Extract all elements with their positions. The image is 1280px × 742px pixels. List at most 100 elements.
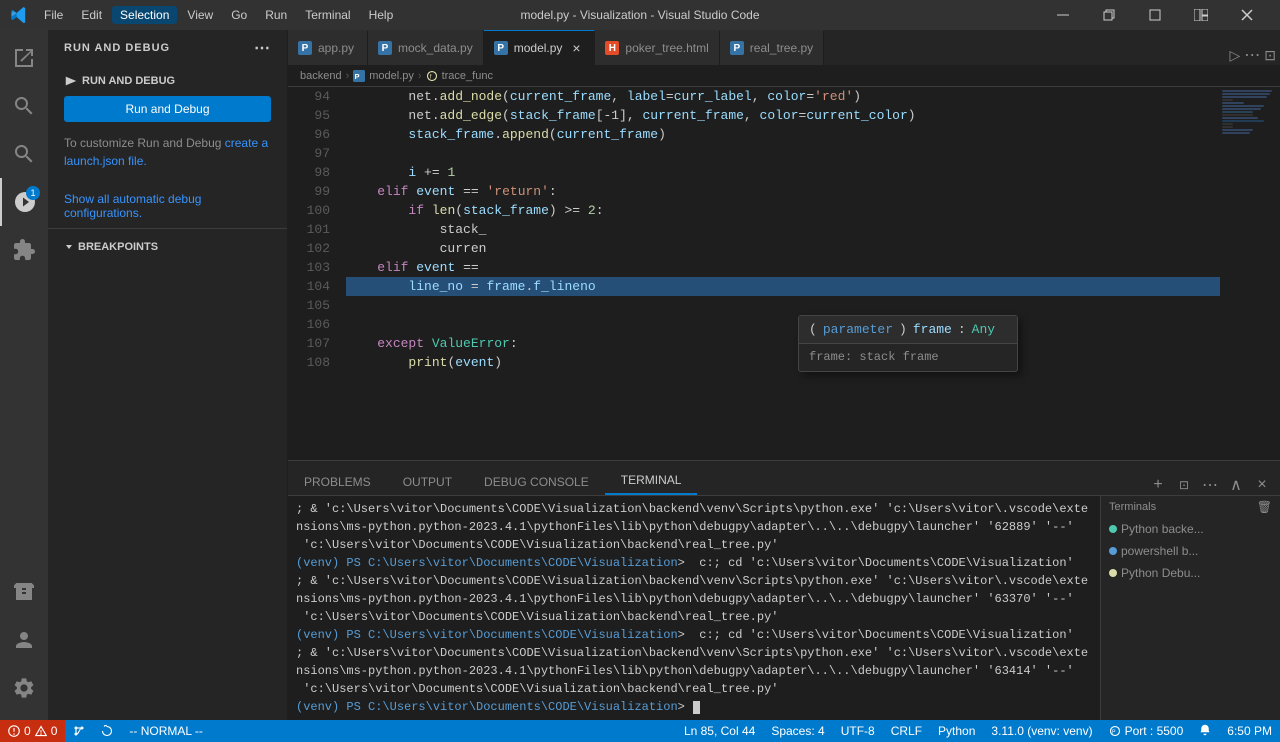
menu-help[interactable]: Help: [361, 6, 402, 24]
code-line-101: stack_: [346, 220, 1220, 239]
tab-model-py[interactable]: P model.py ×: [484, 30, 596, 65]
code-content[interactable]: net.add_node(current_frame, label=curr_l…: [338, 87, 1220, 460]
breadcrumb-func-icon: f: [426, 70, 438, 82]
terminal-side-header: Terminals 🗑: [1101, 496, 1280, 518]
status-python-version[interactable]: 3.11.0 (venv: venv): [983, 724, 1100, 738]
mini-line: [1222, 114, 1253, 116]
tab-poker-html-icon: H: [605, 41, 619, 55]
tab-layout-icon[interactable]: ⊡: [1264, 47, 1276, 64]
status-git[interactable]: [65, 720, 93, 742]
mini-line: [1222, 132, 1250, 134]
terminal-powershell-label: powershell b...: [1121, 544, 1198, 558]
panel-tab-problems[interactable]: PROBLEMS: [288, 469, 387, 495]
tab-poker-tree-html[interactable]: H poker_tree.html: [595, 30, 719, 65]
status-time: 6:50 PM: [1219, 724, 1280, 738]
breadcrumb-tracefunc[interactable]: trace_func: [442, 70, 493, 82]
terminal-side-panel: Terminals 🗑 Python backe... powershell b…: [1100, 496, 1280, 720]
panel-maximize[interactable]: ∧: [1226, 475, 1246, 495]
terminal-entry-powershell[interactable]: powershell b...: [1101, 540, 1280, 562]
tab-app-py[interactable]: P app.py: [288, 30, 368, 65]
status-language[interactable]: Python: [930, 724, 983, 738]
panel-tab-output[interactable]: OUTPUT: [387, 469, 468, 495]
tab-model-py-close[interactable]: ×: [568, 40, 584, 56]
activity-account[interactable]: [0, 616, 48, 664]
breadcrumb-model[interactable]: model.py: [369, 70, 414, 82]
menu-selection[interactable]: Selection: [112, 6, 177, 24]
minimap: [1220, 87, 1280, 460]
mini-line: [1222, 102, 1244, 104]
activity-source-control[interactable]: [0, 130, 48, 178]
port-text: Port : 5500: [1125, 724, 1184, 738]
minimap-lines: [1220, 87, 1280, 137]
run-description: To customize Run and Debug create a laun…: [64, 134, 271, 170]
tab-app-py-label: app.py: [318, 41, 354, 55]
tab-actions-icon[interactable]: ⋯: [1244, 45, 1260, 65]
status-encoding[interactable]: UTF-8: [833, 724, 883, 738]
terminal-cursor: [693, 701, 700, 714]
panel-tab-debug-console[interactable]: DEBUG CONSOLE: [468, 469, 605, 495]
tabs-actions: ▷ ⋯ ⊡: [1225, 45, 1280, 65]
run-section-icon: [64, 74, 78, 88]
terminal-entry-python[interactable]: Python backe...: [1101, 518, 1280, 540]
tab-run-icon[interactable]: ▷: [1229, 47, 1240, 64]
terminal-active-dot: [1109, 525, 1117, 533]
breakpoints-header[interactable]: BREAKPOINTS: [56, 237, 279, 257]
autocomplete-type: Any: [972, 320, 995, 339]
autocomplete-param-keyword: parameter: [823, 320, 893, 339]
breadcrumb-backend[interactable]: backend: [300, 70, 342, 82]
statusbar: 0 0 -- NORMAL -- Ln 85, Col 44 Spaces: 4…: [0, 720, 1280, 742]
status-spaces[interactable]: Spaces: 4: [763, 724, 832, 738]
panel-add-terminal[interactable]: +: [1148, 475, 1168, 495]
warning-icon: [35, 725, 47, 737]
activity-testing[interactable]: [0, 568, 48, 616]
menu-go[interactable]: Go: [223, 6, 255, 24]
port-icon: P: [1109, 725, 1121, 737]
activity-search[interactable]: [0, 82, 48, 130]
run-debug-button[interactable]: Run and Debug: [64, 96, 271, 122]
menu-view[interactable]: View: [179, 6, 221, 24]
menu-edit[interactable]: Edit: [73, 6, 110, 24]
sidebar-title-text: RUN AND DEBUG: [64, 42, 170, 54]
titlebar-controls: [1040, 0, 1270, 30]
restore-button[interactable]: [1086, 0, 1132, 30]
terminal-trash-icon[interactable]: 🗑: [1257, 500, 1272, 514]
mini-line: [1222, 126, 1233, 128]
status-eol[interactable]: CRLF: [883, 724, 930, 738]
activity-bottom: [0, 568, 48, 720]
menu-terminal[interactable]: Terminal: [297, 6, 358, 24]
tab-real-tree-py[interactable]: P real_tree.py: [720, 30, 824, 65]
code-line-97: [346, 144, 1220, 163]
tab-mock-data-py[interactable]: P mock_data.py: [368, 30, 484, 65]
panel-more[interactable]: ⋯: [1200, 475, 1220, 495]
mini-line: [1222, 90, 1272, 92]
terminal-debug-label: Python Debu...: [1121, 566, 1200, 580]
terminal-entry-debug[interactable]: Python Debu...: [1101, 562, 1280, 584]
status-errors[interactable]: 0 0: [0, 720, 65, 742]
run-header: RUN AND DEBUG: [64, 74, 271, 88]
panel-split[interactable]: ⊡: [1174, 475, 1194, 495]
activity-extensions[interactable]: [0, 226, 48, 274]
menu-file[interactable]: File: [36, 6, 71, 24]
terminal-prompt-symbol: >: [678, 698, 692, 716]
menu-run[interactable]: Run: [257, 6, 295, 24]
maximize-button[interactable]: [1132, 0, 1178, 30]
activity-explorer[interactable]: [0, 34, 48, 82]
close-button[interactable]: [1224, 0, 1270, 30]
terminal-content[interactable]: ; & 'c:\Users\vitor\Documents\CODE\Visua…: [288, 496, 1100, 720]
minimize-button[interactable]: [1040, 0, 1086, 30]
sidebar-menu-icon[interactable]: ⋯: [254, 38, 271, 58]
time-text: 6:50 PM: [1227, 724, 1272, 738]
status-sync-icon[interactable]: [93, 720, 121, 742]
status-port[interactable]: P Port : 5500: [1101, 724, 1192, 738]
activity-settings[interactable]: [0, 664, 48, 712]
status-line-col[interactable]: Ln 85, Col 44: [676, 724, 763, 738]
panel-close[interactable]: ×: [1252, 475, 1272, 495]
activity-run-debug[interactable]: 1: [0, 178, 48, 226]
status-notifications[interactable]: [1191, 724, 1219, 736]
show-configs-link[interactable]: Show all automatic debug configurations.: [64, 192, 271, 220]
layout-button[interactable]: [1178, 0, 1224, 30]
status-vim-mode[interactable]: -- NORMAL --: [121, 720, 211, 742]
terminal-line-2: 'c:\Users\vitor\Documents\CODE\Visualiza…: [296, 536, 1092, 554]
panel-tab-terminal[interactable]: TERMINAL: [605, 467, 698, 495]
code-editor[interactable]: 9495969798 99100101102103 10410510610710…: [288, 87, 1280, 460]
